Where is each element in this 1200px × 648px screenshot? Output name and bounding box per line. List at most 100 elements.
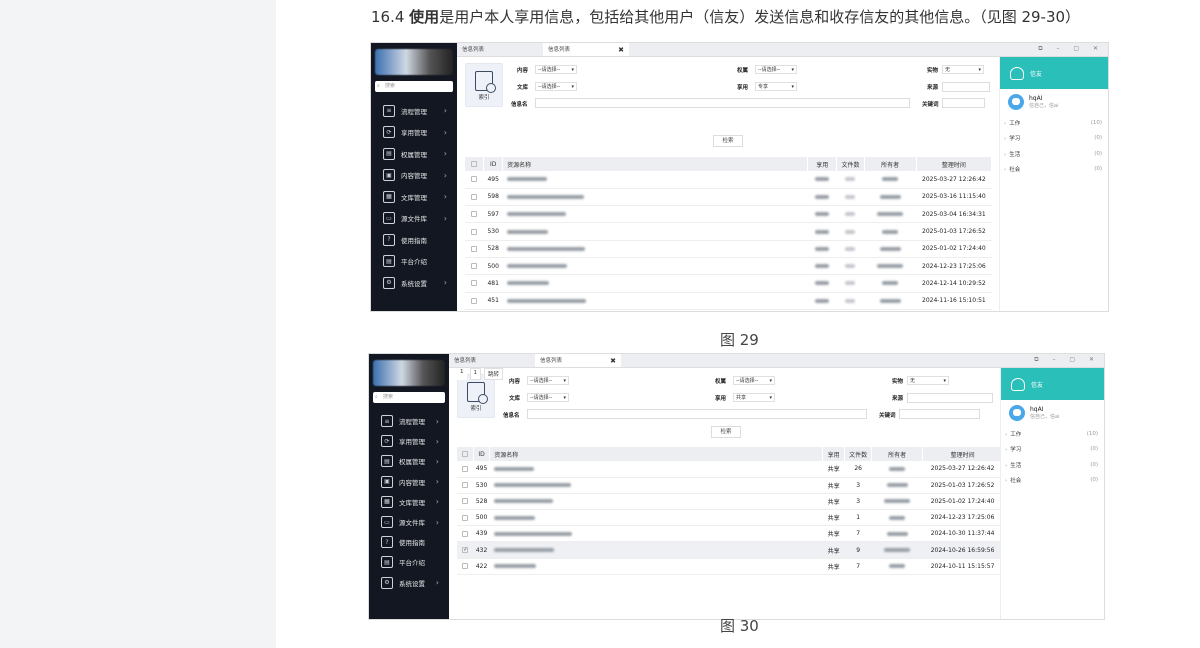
source-input[interactable] [942, 82, 990, 92]
table-row[interactable]: 439 2024-10-30 11:37:44 [465, 309, 992, 311]
keyword-input[interactable] [899, 409, 980, 419]
sidebar-item[interactable]: ⟳ 享用管理 › [369, 431, 449, 451]
library-select[interactable]: --请选择-- [527, 393, 569, 402]
page-number[interactable]: 1 [457, 368, 467, 380]
table-row[interactable]: 598 2025-03-16 11:15:40 [465, 188, 992, 207]
tab-info-list[interactable]: 信息列表 ✖ [543, 43, 629, 56]
column-header[interactable]: 资源名称 [502, 157, 809, 171]
row-checkbox[interactable] [457, 493, 474, 511]
current-user[interactable]: hqAI 信自己，信ai [1001, 400, 1104, 426]
rights-select[interactable]: --请选择-- [755, 65, 797, 74]
object-select[interactable]: 无 [942, 65, 984, 74]
table-row[interactable]: 481 2024-12-14 10:29:52 [465, 274, 992, 293]
sidebar-item[interactable]: ▭ 源文件库 › [369, 512, 449, 532]
friend-group[interactable]: 工作 (10) [1000, 115, 1108, 131]
column-header[interactable]: 享用 [807, 157, 838, 171]
row-checkbox[interactable] [457, 558, 474, 575]
page-input[interactable]: 1 [469, 368, 481, 380]
row-checkbox[interactable] [457, 525, 474, 543]
name-input[interactable] [535, 98, 910, 108]
name-input[interactable] [527, 409, 867, 419]
sidebar-item[interactable]: ▤ 权属管理 › [369, 451, 449, 471]
sidebar-item[interactable]: ? 使用指南 [369, 532, 449, 552]
sidebar-item[interactable]: ▤ 平台介绍 [371, 251, 457, 273]
sidebar-item[interactable]: ▣ 内容管理 › [371, 165, 457, 187]
sidebar-item[interactable]: ≡ 流程管理 › [371, 100, 457, 122]
column-header[interactable]: 所有者 [864, 157, 917, 171]
library-select[interactable]: --请选择-- [535, 82, 577, 91]
row-checkbox[interactable] [457, 461, 474, 478]
row-checkbox[interactable] [457, 477, 474, 494]
tab-info-list[interactable]: 信息列表 [457, 43, 543, 56]
sidebar-item[interactable]: ⚙ 系统设置 › [371, 272, 457, 294]
rights-select[interactable]: --请选择-- [733, 376, 775, 385]
row-checkbox[interactable] [457, 509, 474, 527]
close-tab-icon[interactable]: ✖ [610, 354, 616, 368]
friend-group[interactable]: 学习 (0) [1000, 131, 1108, 147]
sidebar-search-input[interactable]: 搜索 [373, 392, 445, 403]
window-controls[interactable]: ⧉ – ▢ ✕ [1034, 354, 1100, 366]
tab-info-list[interactable]: 信息列表 ✖ [535, 354, 621, 367]
friend-group[interactable]: 社会 (0) [1000, 162, 1108, 178]
table-row[interactable]: 500 共享 1 2024-12-23 17:25:06 [457, 509, 1003, 527]
table-row[interactable]: 451 2024-11-16 15:10:51 [465, 292, 992, 310]
table-row[interactable]: 528 2025-01-02 17:24:40 [465, 240, 992, 258]
window-controls[interactable]: ⧉ – ▢ ✕ [1038, 43, 1104, 55]
table-row[interactable]: 439 共享 7 2024-10-30 11:37:44 [457, 525, 1003, 543]
table-row[interactable]: 495 共享 26 2025-03-27 12:26:42 [457, 461, 1003, 478]
sidebar-item[interactable]: ▤ 权属管理 › [371, 143, 457, 165]
sidebar-item[interactable]: ▦ 文库管理 › [369, 492, 449, 512]
table-row[interactable]: 500 2024-12-23 17:25:06 [465, 257, 992, 276]
current-user[interactable]: hqAI 信自己，信ai [1000, 89, 1108, 115]
column-header[interactable]: ID [473, 447, 491, 461]
share-select[interactable]: 共享 [733, 393, 775, 402]
sidebar-item[interactable]: ▦ 文库管理 › [371, 186, 457, 208]
share-select[interactable]: 专享 [755, 82, 797, 91]
keyword-input[interactable] [942, 98, 985, 108]
search-button[interactable]: 检索 [711, 426, 741, 438]
sidebar-item[interactable]: ⟳ 享用管理 › [371, 122, 457, 144]
sidebar-item[interactable]: ≡ 流程管理 › [369, 411, 449, 431]
friend-group[interactable]: 生活 (0) [1001, 457, 1104, 473]
column-header[interactable]: 文件数 [836, 157, 865, 171]
row-checkbox[interactable] [465, 292, 484, 310]
friend-group[interactable]: 工作 (10) [1001, 426, 1104, 442]
sidebar-item[interactable]: ? 使用指南 [371, 229, 457, 251]
select-all-checkbox[interactable] [465, 157, 485, 171]
column-header[interactable]: 资源名称 [489, 447, 823, 461]
table-row[interactable]: ✓ 432 共享 9 2024-10-26 16:59:56 [457, 541, 1003, 559]
table-row[interactable]: 528 共享 3 2025-01-02 17:24:40 [457, 493, 1003, 511]
table-row[interactable]: 495 2025-03-27 12:26:42 [465, 171, 992, 189]
column-header[interactable]: ID [483, 157, 504, 171]
row-checkbox[interactable] [465, 222, 484, 241]
row-checkbox[interactable] [465, 274, 484, 293]
close-tab-icon[interactable]: ✖ [618, 43, 624, 57]
select-all-checkbox[interactable] [457, 447, 474, 461]
sidebar-item[interactable]: ▤ 平台介绍 [369, 552, 449, 572]
sidebar-search-input[interactable]: 搜索 [375, 81, 453, 92]
table-row[interactable]: 530 共享 3 2025-01-03 17:26:52 [457, 477, 1003, 494]
row-checkbox[interactable] [465, 188, 484, 207]
friend-group[interactable]: 生活 (0) [1000, 146, 1108, 162]
row-checkbox[interactable] [465, 205, 484, 224]
index-button[interactable]: 索引 [457, 374, 495, 418]
source-input[interactable] [907, 393, 993, 403]
sidebar-item[interactable]: ⚙ 系统设置 › [369, 573, 449, 593]
row-checkbox[interactable] [465, 171, 484, 189]
sidebar-item[interactable]: ▣ 内容管理 › [369, 472, 449, 492]
friend-group[interactable]: 社会 (0) [1001, 473, 1104, 489]
row-checkbox[interactable] [465, 257, 484, 276]
column-header[interactable]: 整理时间 [922, 447, 1003, 461]
tab-info-list[interactable]: 信息列表 [449, 354, 535, 367]
table-row[interactable]: 422 共享 7 2024-10-11 15:15:57 [457, 558, 1003, 575]
content-select[interactable]: --请选择-- [535, 65, 577, 74]
object-select[interactable]: 无 [907, 376, 949, 385]
go-button[interactable]: 跳转 [484, 368, 504, 380]
index-button[interactable]: 索引 [465, 63, 503, 107]
table-row[interactable]: 530 2025-01-03 17:26:52 [465, 222, 992, 241]
column-header[interactable]: 所有者 [871, 447, 924, 461]
column-header[interactable]: 文件数 [844, 447, 872, 461]
column-header[interactable]: 享用 [822, 447, 846, 461]
row-checkbox[interactable] [465, 240, 484, 258]
column-header[interactable]: 整理时间 [916, 157, 993, 171]
